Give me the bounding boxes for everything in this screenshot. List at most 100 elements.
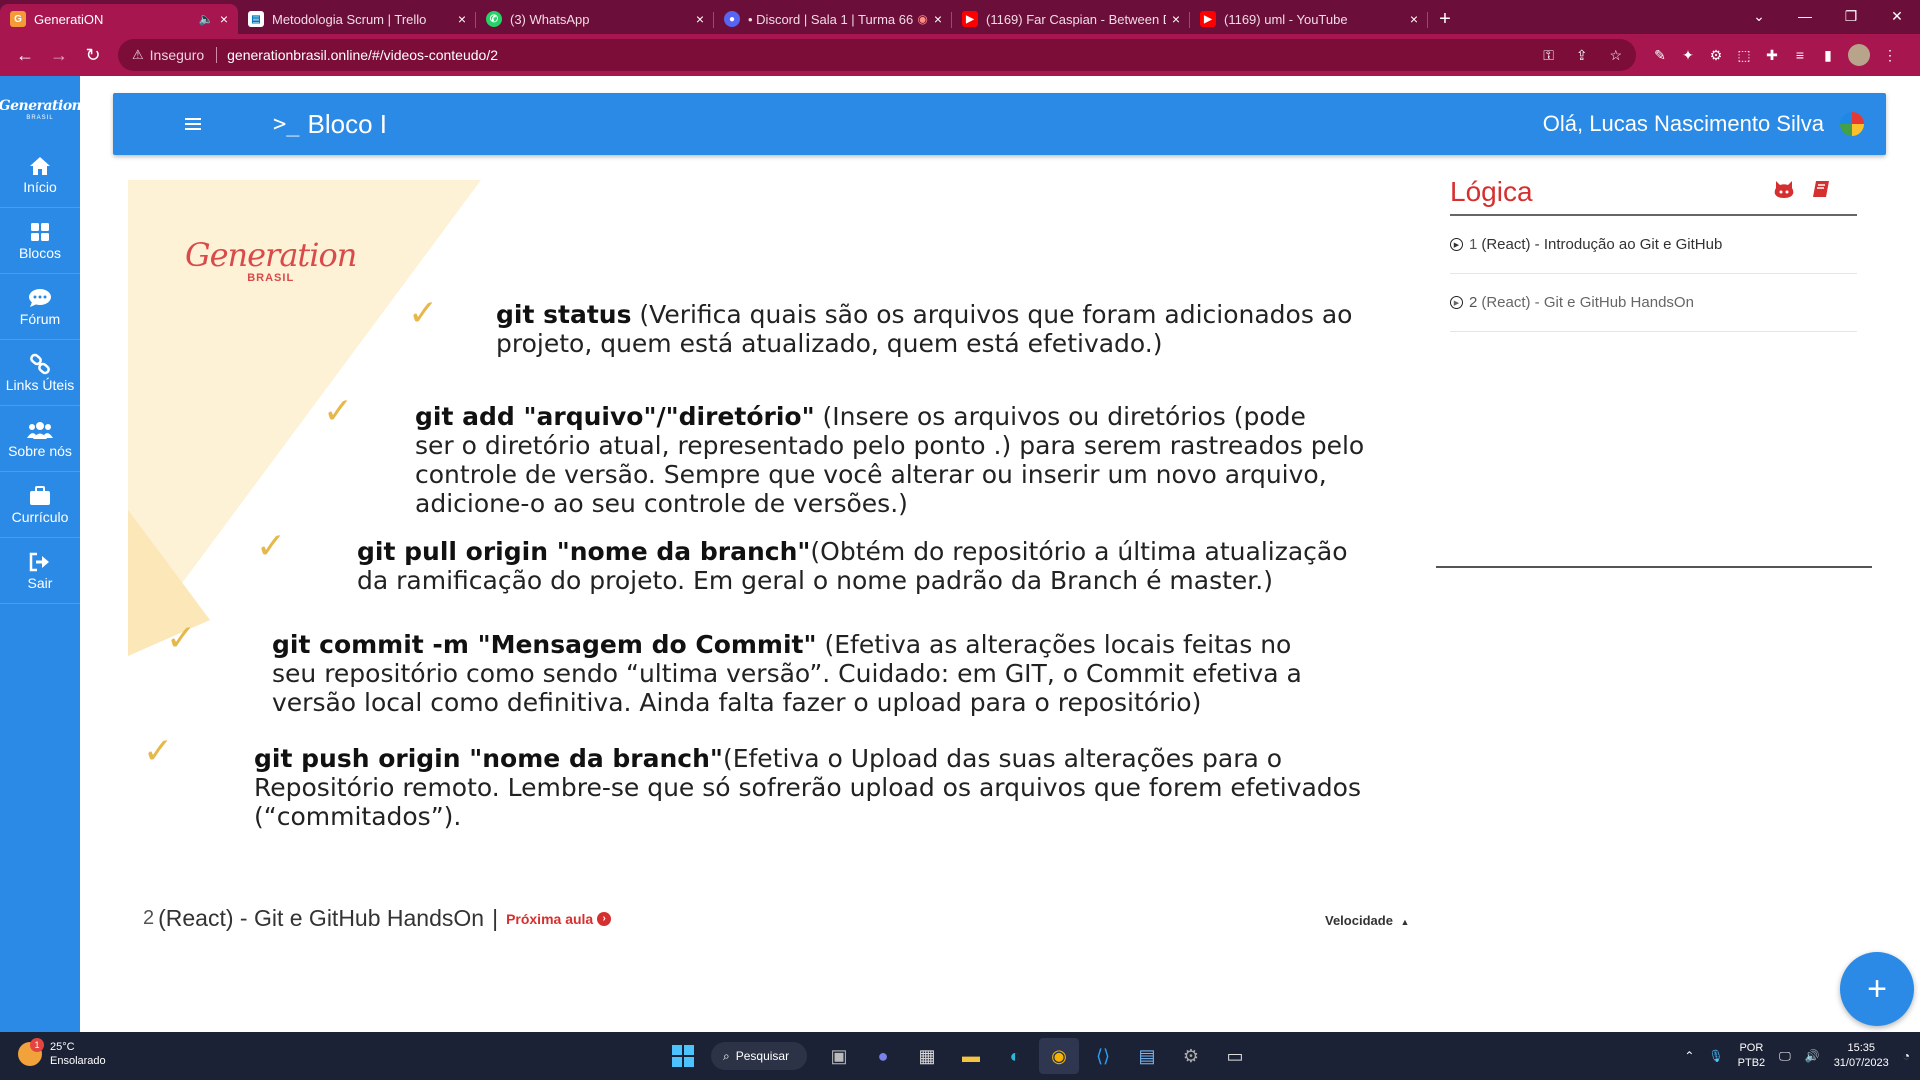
close-window-button[interactable]: ✕ bbox=[1874, 0, 1920, 32]
taskbar-search[interactable]: ⌕ Pesquisar bbox=[711, 1042, 807, 1070]
sidebar-item-label: Blocos bbox=[18, 244, 62, 261]
close-tab-icon[interactable]: × bbox=[220, 11, 228, 27]
new-tab-button[interactable]: + bbox=[1428, 4, 1462, 34]
tab-search-icon[interactable]: ⌄ bbox=[1736, 0, 1782, 32]
lesson-list-item[interactable]: ▶ 1 (React) - Introdução ao Git e GitHub bbox=[1450, 216, 1857, 274]
teams-chat-icon[interactable]: ● bbox=[863, 1038, 903, 1074]
user-avatar[interactable] bbox=[1840, 112, 1864, 136]
reading-list-icon[interactable]: ≡ bbox=[1786, 41, 1814, 69]
gear-icon[interactable]: ⚙ bbox=[1702, 41, 1730, 69]
git-command-block: git add "arquivo"/"diretório" (Insere os… bbox=[415, 402, 1364, 518]
forward-button[interactable]: → bbox=[42, 38, 76, 72]
clock[interactable]: 15:35 31/07/2023 bbox=[1834, 1041, 1889, 1071]
sidebar-item-inicio[interactable]: Início bbox=[0, 142, 80, 208]
hamburger-menu-icon[interactable] bbox=[185, 118, 201, 130]
sidebar-item-curriculo[interactable]: Currículo bbox=[0, 472, 80, 538]
weather-widget[interactable]: 1 25°C Ensolarado bbox=[18, 1038, 106, 1068]
puzzle-icon[interactable]: ✚ bbox=[1758, 41, 1786, 69]
notifications-icon[interactable]: ◔ bbox=[1903, 1049, 1910, 1063]
browser-tab[interactable]: ● • Discord | Sala 1 | Turma 66 ◉ × bbox=[714, 4, 952, 34]
windows-taskbar: 1 25°C Ensolarado ⌕ Pesquisar ▣ ● ▦ ▬ ◐ … bbox=[0, 1032, 1920, 1080]
reload-button[interactable]: ↻ bbox=[76, 38, 110, 72]
chevron-up-icon[interactable]: ⌃ bbox=[1684, 1049, 1694, 1063]
trello-favicon-icon: ▤ bbox=[248, 11, 264, 27]
security-label[interactable]: Inseguro bbox=[150, 47, 204, 63]
play-circle-icon: ▶ bbox=[1450, 296, 1463, 309]
chrome-icon[interactable]: ◉ bbox=[1039, 1038, 1079, 1074]
tab-title: Metodologia Scrum | Trello bbox=[272, 11, 427, 27]
sidebar-item-forum[interactable]: Fórum bbox=[0, 274, 80, 340]
caret-up-icon: ▲ bbox=[1400, 917, 1410, 927]
playback-speed-dropdown[interactable]: Velocidade ▲ bbox=[1325, 913, 1409, 928]
browser-tab[interactable]: G GeneratiON 🔈 × bbox=[0, 4, 238, 34]
browser-tab[interactable]: ▤ Metodologia Scrum | Trello × bbox=[238, 4, 476, 34]
sidebar-item-blocos[interactable]: Blocos bbox=[0, 208, 80, 274]
book-icon[interactable] bbox=[1811, 179, 1831, 205]
panel-title: Lógica bbox=[1450, 176, 1533, 207]
sidebar-item-links-uteis[interactable]: Links Úteis bbox=[0, 340, 80, 406]
browser-toolbar: ← → ↻ ⚠ Inseguro generationbrasil.online… bbox=[0, 34, 1920, 76]
checkmark-icon: ✓ bbox=[408, 292, 439, 333]
next-lesson-link[interactable]: Próxima aula › bbox=[506, 910, 612, 927]
add-button[interactable]: + bbox=[1840, 952, 1914, 1026]
discord-favicon-icon: ● bbox=[724, 11, 740, 27]
omnibox-actions: ⚿ ⇪ ☆ bbox=[1525, 47, 1622, 64]
checkmark-icon: ✓ bbox=[323, 390, 354, 431]
windows-start-icon[interactable] bbox=[663, 1038, 703, 1074]
browser-tab[interactable]: ✆ (3) WhatsApp × bbox=[476, 4, 714, 34]
github-icon[interactable] bbox=[1773, 179, 1795, 205]
command-name: git status bbox=[496, 300, 632, 329]
extension-icon[interactable]: ✎ bbox=[1646, 41, 1674, 69]
settings-icon[interactable]: ⚙ bbox=[1171, 1038, 1211, 1074]
restore-button[interactable]: ❐ bbox=[1828, 0, 1874, 32]
task-view-icon[interactable]: ▣ bbox=[819, 1038, 859, 1074]
network-icon[interactable]: 🖵 bbox=[1779, 1049, 1791, 1064]
extension-icon[interactable]: ✦ bbox=[1674, 41, 1702, 69]
edge-icon[interactable]: ◐ bbox=[995, 1038, 1035, 1074]
close-tab-icon[interactable]: × bbox=[1410, 11, 1418, 27]
terminal-icon[interactable]: ▭ bbox=[1215, 1038, 1255, 1074]
speed-label: Velocidade bbox=[1325, 913, 1393, 928]
lesson-list-item[interactable]: ▶ 2 (React) - Git e GitHub HandsOn bbox=[1450, 274, 1857, 332]
sidebar-item-label: Fórum bbox=[19, 310, 61, 327]
video-player[interactable]: Generation BRASIL ✓ git status (Verifica… bbox=[128, 180, 1368, 860]
browser-tab[interactable]: ▶ (1169) uml - YouTube × bbox=[1190, 4, 1428, 34]
screenshot-icon[interactable]: ⬚ bbox=[1730, 41, 1758, 69]
grid-icon bbox=[30, 221, 50, 243]
sidebar-logo[interactable]: Generation BRASIL bbox=[0, 76, 82, 142]
briefcase-icon bbox=[29, 485, 51, 507]
star-icon[interactable]: ☆ bbox=[1609, 47, 1622, 63]
vscode-icon[interactable]: ⟨⟩ bbox=[1083, 1038, 1123, 1074]
minimize-button[interactable]: — bbox=[1782, 0, 1828, 32]
command-desc-line: seu repositório como sendo “ultima versã… bbox=[272, 659, 1302, 688]
url-text[interactable]: generationbrasil.online/#/videos-conteud… bbox=[227, 47, 1525, 63]
menu-icon[interactable]: ⋮ bbox=[1876, 41, 1904, 69]
address-bar[interactable]: ⚠ Inseguro generationbrasil.online/#/vid… bbox=[118, 39, 1636, 71]
speaker-icon[interactable]: 🔈 bbox=[199, 12, 214, 26]
close-tab-icon[interactable]: × bbox=[934, 11, 942, 27]
close-tab-icon[interactable]: × bbox=[696, 11, 704, 27]
command-desc-line: (“commitados”). bbox=[254, 802, 462, 831]
sidebar-item-sair[interactable]: Sair bbox=[0, 538, 80, 604]
share-icon[interactable]: ⇪ bbox=[1576, 47, 1588, 63]
store-icon[interactable]: ▦ bbox=[907, 1038, 947, 1074]
file-explorer-icon[interactable]: ▬ bbox=[951, 1038, 991, 1074]
key-icon[interactable]: ⚿ bbox=[1543, 47, 1554, 63]
tab-title: GeneratiON bbox=[34, 11, 104, 27]
close-tab-icon[interactable]: × bbox=[458, 11, 466, 27]
command-desc: (Efetiva as alterações locais feitas no bbox=[816, 630, 1292, 659]
sidebar-item-sobre-nos[interactable]: Sobre nós bbox=[0, 406, 80, 472]
notepad-icon[interactable]: ▤ bbox=[1127, 1038, 1167, 1074]
next-lesson-label: Próxima aula bbox=[506, 910, 594, 927]
language-indicator[interactable]: POR PTB2 bbox=[1738, 1041, 1766, 1071]
profile-avatar[interactable] bbox=[1848, 44, 1870, 66]
microphone-icon[interactable]: 🎙 bbox=[1708, 1049, 1723, 1063]
side-panel-icon[interactable]: ▮ bbox=[1814, 41, 1842, 69]
volume-icon[interactable]: 🔊 bbox=[1805, 1049, 1820, 1063]
close-tab-icon[interactable]: × bbox=[1172, 11, 1180, 27]
page-title: >_ Bloco I bbox=[273, 109, 387, 140]
back-button[interactable]: ← bbox=[8, 38, 42, 72]
browser-tab[interactable]: ▶ (1169) Far Caspian - Between Day × bbox=[952, 4, 1190, 34]
warning-icon[interactable]: ⚠ bbox=[132, 47, 144, 63]
weather-text: 25°C Ensolarado bbox=[50, 1040, 106, 1068]
